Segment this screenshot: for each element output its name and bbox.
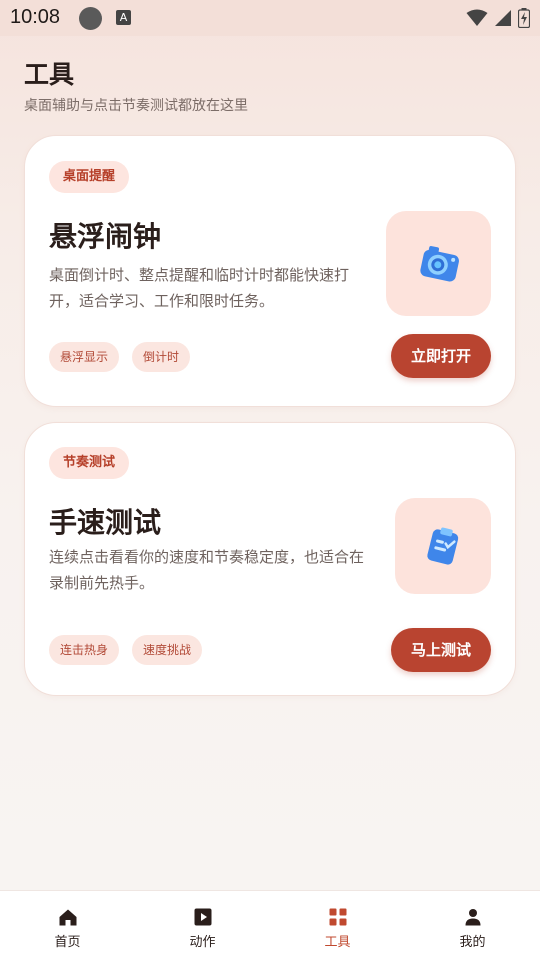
tag: 速度挑战 [132, 635, 203, 665]
nav-label: 首页 [54, 935, 81, 950]
nav-label: 我的 [459, 935, 486, 950]
category-chip: 桌面提醒 [49, 161, 130, 193]
card-description: 连续点击看看你的速度和节奏稳定度，也适合在录制前先热手。 [49, 548, 365, 592]
nav-label: 动作 [189, 935, 216, 950]
nav-item-home[interactable]: 首页 [0, 891, 135, 960]
status-bar: 10:08 A [0, 0, 540, 36]
signal-icon [495, 10, 511, 26]
camera-icon [419, 245, 459, 282]
open-now-button[interactable]: 立即打开 [391, 334, 491, 378]
status-time: 10:08 [10, 6, 61, 28]
tag: 悬浮显示 [49, 342, 120, 372]
status-icons [466, 8, 530, 28]
nav-item-mine[interactable]: 我的 [405, 891, 540, 960]
battery-icon [518, 8, 530, 28]
app-notification-icon: A [116, 10, 131, 25]
card-description: 桌面倒计时、整点提醒和临时计时都能快速打开，适合学习、工作和限时任务。 [49, 266, 350, 310]
person-icon [463, 907, 483, 927]
card-title: 手速测试 [49, 506, 162, 539]
tap-speed-test-card[interactable]: 节奏测试 手速测试 连续点击看看你的速度和节奏稳定度，也适合在录制前先热手。 连… [24, 422, 516, 696]
play-icon [193, 907, 213, 927]
notification-dot-icon [79, 7, 102, 30]
card-icon-box [386, 211, 491, 316]
nav-item-actions[interactable]: 动作 [135, 891, 270, 960]
nav-item-tools[interactable]: 工具 [270, 891, 405, 960]
tag: 倒计时 [132, 342, 191, 372]
category-chip: 节奏测试 [49, 447, 130, 479]
grid-icon [328, 907, 348, 927]
page-subtitle: 桌面辅助与点击节奏测试都放在这里 [24, 98, 248, 114]
card-title: 悬浮闹钟 [49, 220, 162, 253]
floating-alarm-card[interactable]: 桌面提醒 悬浮闹钟 桌面倒计时、整点提醒和临时计时都能快速打开，适合学习、工作和… [24, 135, 516, 407]
nav-label: 工具 [324, 935, 351, 950]
page-title: 工具 [24, 60, 75, 89]
tag: 连击热身 [49, 635, 120, 665]
clipboard-check-icon [427, 527, 459, 565]
test-now-button[interactable]: 马上测试 [391, 628, 491, 672]
card-icon-box [395, 498, 491, 594]
home-icon [58, 907, 78, 927]
bottom-navigation: 首页 动作 工具 我的 [0, 890, 540, 960]
wifi-icon [466, 9, 488, 26]
